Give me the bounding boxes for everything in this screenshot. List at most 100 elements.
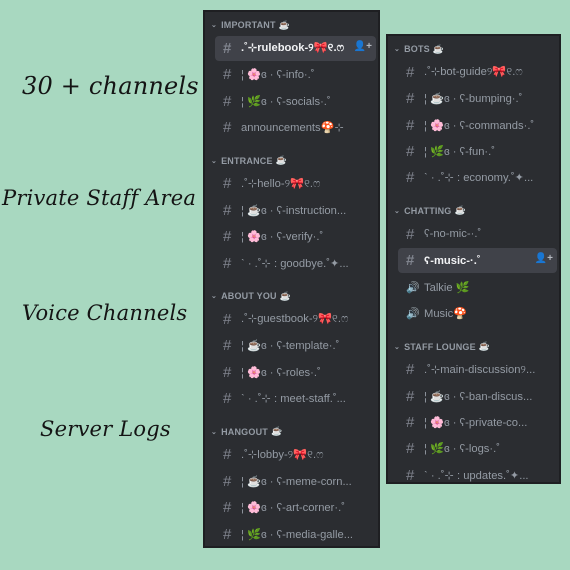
voice-channel[interactable]: 🔊 Music🍄: [398, 301, 557, 326]
category-important[interactable]: ⌄ IMPORTANT ☕: [205, 14, 378, 36]
channel-name: .˚⊹lobby-୨🎀୧.ෆ: [241, 448, 324, 461]
chevron-down-icon: ⌄: [394, 343, 401, 351]
text-channel[interactable]: # ¦ 🌸ɞ · ʕ-private-co...: [398, 410, 557, 435]
text-channel[interactable]: # ¦ 🌸ɞ · ʕ-verify·.˚: [215, 224, 376, 249]
text-channel[interactable]: # ¦ ☕ɞ · ʕ-meme-corn...: [215, 469, 376, 494]
text-channel[interactable]: # ¦ ☕ɞ · ʕ-ban-discus...: [398, 384, 557, 409]
hash-icon: #: [406, 169, 415, 187]
text-channel[interactable]: # ʕ-no-mic-·.˚: [398, 222, 557, 247]
add-user-icon[interactable]: 👤+: [535, 253, 553, 264]
hash-icon: #: [406, 142, 415, 160]
text-channel[interactable]: # ¦ 🌸ɞ · ʕ-roles·.˚: [215, 360, 376, 385]
hash-icon: #: [223, 175, 232, 193]
category-label: STAFF LOUNGE: [404, 341, 476, 352]
label-channels-count: 30 + channels: [22, 72, 199, 100]
hash-icon: #: [223, 499, 232, 517]
add-user-icon[interactable]: 👤+: [354, 41, 372, 52]
category-label: HANGOUT: [221, 426, 268, 437]
hash-icon: #: [223, 66, 232, 84]
channel-name: announcements🍄⊹: [241, 121, 344, 134]
label-voice-channels: Voice Channels: [22, 301, 188, 325]
category-entrance[interactable]: ⌄ ENTRANCE ☕: [205, 150, 378, 172]
channel-name: ¦ 🌸ɞ · ʕ-commands·.˚: [424, 119, 535, 132]
hash-icon: #: [406, 225, 415, 243]
channel-name: Talkie 🌿: [424, 281, 470, 294]
text-channel[interactable]: # .˚⊹guestbook-୨🎀୧.ෆ: [215, 307, 376, 332]
hash-icon: #: [406, 440, 415, 458]
text-channel[interactable]: # ¦ 🌸ɞ · ʕ-info·.˚: [215, 62, 376, 87]
hash-icon: #: [223, 363, 232, 381]
chevron-down-icon: ⌄: [394, 46, 401, 53]
channel-name: .˚⊹guestbook-୨🎀୧.ෆ: [241, 313, 349, 326]
text-channel[interactable]: # ¦ ☕ɞ · ʕ-instruction...: [215, 198, 376, 223]
channel-name: ¦ 🌸ɞ · ʕ-info·.˚: [241, 69, 315, 82]
channel-name: ¦ 🌸ɞ · ʕ-private-co...: [424, 417, 528, 430]
category-label: ABOUT YOU: [221, 291, 277, 302]
text-channel[interactable]: # ˋ · .˚⊹ : economy.˚✦...: [398, 166, 557, 191]
coffee-icon: ☕: [278, 19, 291, 30]
channel-name: ¦ ☕ɞ · ʕ-instruction...: [241, 204, 347, 217]
channel-name: ¦ 🌿ɞ · ʕ-media-galle...: [241, 528, 354, 541]
hash-icon: #: [223, 92, 232, 110]
text-channel[interactable]: # ʕ-music-·.˚ 👤+: [398, 248, 557, 273]
chevron-down-icon: ⌄: [394, 207, 401, 215]
channel-list-right: ⌄ BOTS ☕ # .˚⊹bot-guide୨🎀୧.ෆ # ¦ ☕ɞ · ʕ-bumpin…: [386, 34, 561, 484]
label-private-staff-area: Private Staff Area: [2, 186, 197, 210]
text-channel[interactable]: # ˋ · .˚⊹ : updates.˚✦...: [398, 463, 557, 484]
category-label: ENTRANCE: [221, 155, 273, 166]
hash-icon: #: [406, 466, 415, 484]
channel-name: ˋ · .˚⊹ : goodbye.˚✦...: [241, 257, 349, 270]
category-gap: [205, 142, 378, 148]
speaker-icon: 🔊: [406, 307, 420, 320]
text-channel[interactable]: # ¦ ☕ɞ · ʕ-template·.˚: [215, 334, 376, 359]
text-channel[interactable]: # .˚⊹lobby-୨🎀୧.ෆ: [215, 443, 376, 468]
category-bots[interactable]: ⌄ BOTS ☕: [388, 38, 559, 60]
hash-icon: #: [223, 337, 232, 355]
category-hangout[interactable]: ⌄ HANGOUT ☕: [205, 421, 378, 443]
channel-name: ¦ 🌸ɞ · ʕ-roles·.˚: [241, 366, 321, 379]
text-channel[interactable]: # .˚⊹main-discussion୨...: [398, 358, 557, 383]
text-channel[interactable]: # ˋ · .˚⊹ : meet-staff.˚...: [215, 386, 376, 411]
text-channel[interactable]: # ¦ 🌿ɞ · ʕ-media-galle...: [215, 522, 376, 546]
text-channel[interactable]: # .˚⊹bot-guide୨🎀୧.ෆ: [398, 60, 557, 85]
channel-name: ˋ · .˚⊹ : updates.˚✦...: [424, 469, 529, 482]
coffee-icon: ☕: [279, 290, 292, 301]
text-channel[interactable]: # ¦ 🌿ɞ · ʕ-logs·.˚: [398, 437, 557, 462]
category-about-you[interactable]: ⌄ ABOUT YOU ☕: [205, 285, 378, 307]
channel-name: ¦ 🌿ɞ · ʕ-socials·.˚: [241, 95, 331, 108]
text-channel[interactable]: # .˚⊹hello-୨🎀୧.ෆ: [215, 172, 376, 197]
hash-icon: #: [406, 116, 415, 134]
text-channel[interactable]: # ¦ ☕ɞ · ʕ-bumping·.˚: [398, 86, 557, 111]
channel-name: .˚⊹rulebook-୨🎀୧.ෆ: [241, 42, 345, 55]
text-channel[interactable]: # ˋ · .˚⊹ : goodbye.˚✦...: [215, 251, 376, 276]
hash-icon: #: [223, 39, 232, 57]
text-channel[interactable]: # .˚⊹rulebook-୨🎀୧.ෆ 👤+: [215, 36, 376, 61]
category-chatting[interactable]: ⌄ CHATTING ☕: [388, 200, 559, 222]
hash-icon: #: [223, 390, 232, 408]
text-channel[interactable]: # ¦ 🌸ɞ · ʕ-commands·.˚: [398, 113, 557, 138]
channel-name: ¦ 🌸ɞ · ʕ-verify·.˚: [241, 231, 324, 244]
channel-name: ˋ · .˚⊹ : economy.˚✦...: [424, 172, 534, 185]
category-staff-lounge[interactable]: ⌄ STAFF LOUNGE ☕: [388, 336, 559, 358]
coffee-icon: ☕: [432, 43, 445, 54]
coffee-icon: ☕: [454, 205, 466, 216]
coffee-icon: ☕: [478, 341, 491, 352]
hash-icon: #: [406, 63, 415, 81]
text-channel[interactable]: # ¦ 🌸ɞ · ʕ-art-corner·.˚: [215, 495, 376, 520]
category-label: IMPORTANT: [221, 20, 276, 30]
hash-icon: #: [223, 446, 232, 464]
hash-icon: #: [406, 252, 415, 270]
text-channel[interactable]: # ¦ 🌿ɞ · ʕ-socials·.˚: [215, 89, 376, 114]
voice-channel[interactable]: 🔊 Talkie 🌿: [398, 275, 557, 300]
channel-name: ¦ 🌸ɞ · ʕ-art-corner·.˚: [241, 502, 345, 515]
text-channel[interactable]: # announcements🍄⊹: [215, 115, 376, 140]
channel-name: .˚⊹bot-guide୨🎀୧.ෆ: [424, 66, 523, 79]
hash-icon: #: [406, 387, 415, 405]
text-channel[interactable]: # ¦ 🌿ɞ · ʕ-fun·.˚: [398, 139, 557, 164]
category-gap: [388, 328, 559, 334]
channel-name: ʕ-no-mic-·.˚: [424, 228, 482, 241]
channel-name: ¦ ☕ɞ · ʕ-bumping·.˚: [424, 93, 523, 106]
category-gap: [388, 192, 559, 198]
channel-list-left: ⌄ IMPORTANT ☕ # .˚⊹rulebook-୨🎀୧.ෆ 👤+ # ¦ 🌸ɞ · ʕ…: [203, 10, 380, 548]
chevron-down-icon: ⌄: [211, 157, 218, 165]
